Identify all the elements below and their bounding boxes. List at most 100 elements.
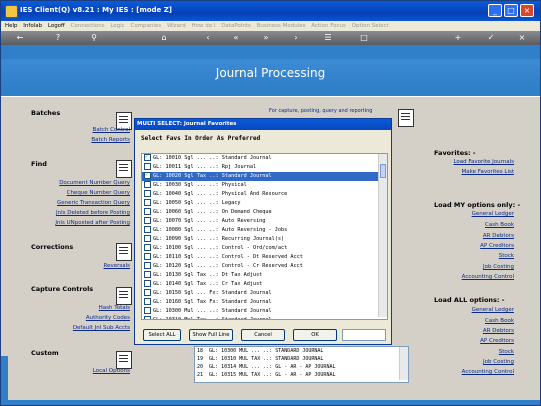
link-jnls-deleted-before-posting[interactable]: Jnls Deleted before Posting <box>56 210 130 216</box>
favorite-checkbox[interactable] <box>144 163 151 170</box>
link-my-accounting-control[interactable]: Accounting Control <box>462 274 514 280</box>
note-icon[interactable]: □ <box>359 33 369 43</box>
favorite-checkbox[interactable] <box>144 226 151 233</box>
favorites-list-item[interactable]: GL: 10310 Mul Tax ..: Standard Journal <box>142 316 387 319</box>
show-full-line-button[interactable]: Show Full Line <box>189 329 233 341</box>
link-generic-transaction-query[interactable]: Generic Transaction Query <box>57 200 130 206</box>
favorites-list-item[interactable]: GL: 10090 Sgl ... ..: Recurring Journal(… <box>142 235 387 244</box>
favorites-list-item[interactable]: GL: 10120 Sgl ... ..: Control - Cr Reser… <box>142 262 387 271</box>
favorite-checkbox[interactable] <box>144 181 151 188</box>
link-all-general-ledger[interactable]: General Ledger <box>472 307 514 313</box>
prev-icon[interactable]: ‹ <box>203 33 213 43</box>
ok-button[interactable]: OK <box>293 329 337 341</box>
link-all-stock[interactable]: Stock <box>499 349 514 355</box>
favorite-checkbox[interactable] <box>144 289 151 296</box>
favorites-list-item[interactable]: GL: 10150 Sgl ... Fx: Standard Journal <box>142 289 387 298</box>
favorites-list-item[interactable]: GL: 10110 Sgl ... ..: Control - Dt Reser… <box>142 253 387 262</box>
link-load-favorite-journals[interactable]: Load Favorite Journals <box>453 159 514 165</box>
select-all-button[interactable]: Select ALL <box>143 329 181 341</box>
favorite-checkbox[interactable]: ✓ <box>144 172 151 179</box>
search-icon[interactable]: ⚲ <box>89 33 99 43</box>
favorite-checkbox[interactable] <box>144 217 151 224</box>
favorites-list-item[interactable]: GL: 10100 Sgl ... ..: Control - Ord/com/… <box>142 244 387 253</box>
first-icon[interactable]: « <box>231 33 241 43</box>
favorites-list-item[interactable]: GL: 10070 Sgl ... ..: Auto Reversing <box>142 217 387 226</box>
link-batch-reports[interactable]: Batch Reports <box>91 137 130 143</box>
link-my-ap-creditors[interactable]: AP Creditors <box>480 243 514 249</box>
link-all-cash-book[interactable]: Cash Book <box>485 318 514 324</box>
favorite-checkbox[interactable] <box>144 199 151 206</box>
link-reversals[interactable]: Reversals <box>104 263 131 269</box>
scrollbar-thumb[interactable] <box>380 164 386 178</box>
toolbar-close-icon[interactable]: × <box>517 33 527 43</box>
favorite-checkbox[interactable] <box>144 316 151 319</box>
favorites-list-item[interactable]: GL: 10040 Sgl ... ..: Physical And Resou… <box>142 190 387 199</box>
link-make-favorites-list[interactable]: Make Favorites List <box>462 169 514 175</box>
plus-icon[interactable]: + <box>453 33 463 43</box>
selection-input[interactable] <box>342 329 386 341</box>
favorite-checkbox[interactable] <box>144 208 151 215</box>
home-icon[interactable]: ⌂ <box>159 33 169 43</box>
cancel-button[interactable]: Cancel <box>241 329 285 341</box>
link-cheque-number-query[interactable]: Cheque Number Query <box>67 190 130 196</box>
last-icon[interactable]: » <box>261 33 271 43</box>
link-hash-totals[interactable]: Hash Totals <box>99 305 130 311</box>
close-button[interactable]: × <box>520 4 534 17</box>
favorites-list-item[interactable]: GL: 10030 Sgl ... ..: Physical <box>142 181 387 190</box>
list-item[interactable]: 21 GL: 10315 MUL TAX ..: GL - AR - AP JO… <box>195 371 408 379</box>
list-item[interactable]: 18 GL: 10300 MUL ... ..: STANDARD JOURNA… <box>195 347 408 355</box>
list-item[interactable]: 19 GL: 10310 MUL TAX ..: STANDARD JOURNA… <box>195 355 408 363</box>
link-authority-codes[interactable]: Authority Codes <box>86 315 130 321</box>
favorites-list-item[interactable]: GL: 10011 Sgl ... ..: Rpj Journal <box>142 163 387 172</box>
favorites-list-item[interactable]: GL: 10080 Sgl ... ..: Auto Reversing - J… <box>142 226 387 235</box>
link-all-job-costing[interactable]: Job Costing <box>483 359 514 365</box>
favorite-checkbox[interactable] <box>144 307 151 314</box>
link-jnls-unposted-after-posting[interactable]: Jnls UNposted after Posting <box>55 220 130 226</box>
favorite-checkbox[interactable] <box>144 271 151 278</box>
favorite-checkbox[interactable] <box>144 262 151 269</box>
favorites-list[interactable]: ✓ GL: 10010 Sgl ... ..: Standard Journal G… <box>141 153 388 320</box>
link-default-jnl-sub-accts[interactable]: Default Jnl Sub Accts <box>73 325 130 331</box>
favorite-checkbox[interactable] <box>144 235 151 242</box>
link-all-ar-debtors[interactable]: AR Debtors <box>483 328 514 334</box>
journal-list[interactable]: 18 GL: 10300 MUL ... ..: STANDARD JOURNA… <box>194 346 409 383</box>
favorites-list-item[interactable]: ✓ GL: 10010 Sgl ... ..: Standard Journal <box>142 154 387 163</box>
favorites-list-item[interactable]: GL: 10160 Sgl Tax Fx: Standard Journal <box>142 298 387 307</box>
link-my-cash-book[interactable]: Cash Book <box>485 222 514 228</box>
journal-list-scrollbar[interactable] <box>399 347 408 380</box>
next-icon[interactable]: › <box>291 33 301 43</box>
link-all-ap-creditors[interactable]: AP Creditors <box>480 338 514 344</box>
favorites-list-item[interactable]: GL: 10060 Sgl ... ..: On Demand Cheque <box>142 208 387 217</box>
menu-infolab[interactable]: Infolab <box>23 23 42 29</box>
link-my-stock[interactable]: Stock <box>499 253 514 259</box>
favorite-checkbox[interactable] <box>144 280 151 287</box>
link-all-accounting-control[interactable]: Accounting Control <box>462 369 514 375</box>
maximize-button[interactable]: □ <box>504 4 518 17</box>
list-item[interactable]: 20 GL: 10314 MUL ... ..: GL - AR - AP JO… <box>195 363 408 371</box>
list-icon[interactable]: ☰ <box>323 33 333 43</box>
link-my-general-ledger[interactable]: General Ledger <box>472 211 514 217</box>
favorites-list-scrollbar[interactable] <box>378 154 387 317</box>
favorite-checkbox[interactable] <box>144 298 151 305</box>
link-my-job-costing[interactable]: Job Costing <box>483 264 514 270</box>
link-document-number-query[interactable]: Document Number Query <box>59 180 130 186</box>
favorite-checkbox[interactable] <box>144 190 151 197</box>
favorite-checkbox[interactable]: ✓ <box>144 154 151 161</box>
favorite-label: GL: 10100 Sgl ... ..: Control - Ord/com/… <box>153 245 288 251</box>
favorites-list-item[interactable]: GL: 10130 Sgl Tax ..: Dt Tax Adjust <box>142 271 387 280</box>
favorites-list-item[interactable]: GL: 10050 Sgl ... ..: Legacy <box>142 199 387 208</box>
link-batch-control[interactable]: Batch Control <box>93 127 130 133</box>
back-icon[interactable]: ← <box>15 33 25 43</box>
link-my-ar-debtors[interactable]: AR Debtors <box>483 233 514 239</box>
favorites-list-item[interactable]: GL: 10140 Sgl Tax ..: Cr Tax Adjust <box>142 280 387 289</box>
favorite-checkbox[interactable] <box>144 244 151 251</box>
minimize-button[interactable]: _ <box>488 4 502 17</box>
favorites-list-item[interactable]: ✓ GL: 10020 Sgl Tax ..: Standard Journal <box>142 172 387 181</box>
menu-logoff[interactable]: Logoff <box>48 23 65 29</box>
menu-help[interactable]: Help <box>5 23 18 29</box>
favorites-list-item[interactable]: GL: 10300 Mul ... ..: Standard Journal <box>142 307 387 316</box>
check-icon[interactable]: ✓ <box>486 33 496 43</box>
link-local-options[interactable]: Local Options <box>93 368 130 374</box>
help-icon[interactable]: ? <box>53 33 63 43</box>
favorite-checkbox[interactable] <box>144 253 151 260</box>
